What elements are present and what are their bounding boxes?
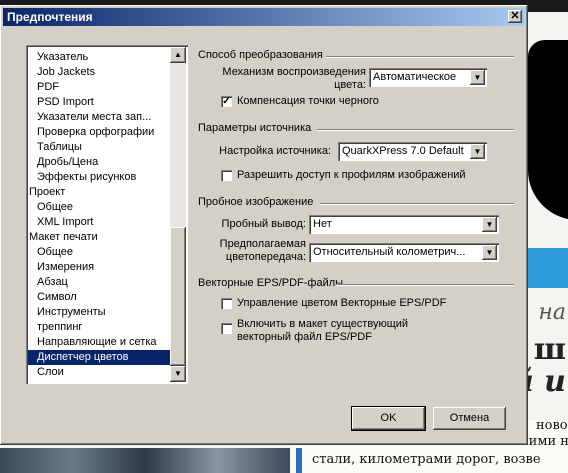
category-item[interactable]: Таблицы xyxy=(28,140,172,155)
rendering-intent-select[interactable]: Относительный колометрич... ▼ xyxy=(309,243,499,262)
rendering-intent-label-line: цветопередача: xyxy=(225,251,306,263)
rendering-intent-value: Относительный колометрич... xyxy=(313,246,466,258)
rendering-engine-value: Автоматическое xyxy=(373,71,457,83)
category-item[interactable]: Указатель xyxy=(28,50,172,65)
include-vector-label-line: Включить в макет существующий xyxy=(237,318,409,330)
category-item[interactable]: PDF xyxy=(28,80,172,95)
proof-output-label: Пробный вывод: xyxy=(221,218,306,230)
category-item[interactable]: Измерения xyxy=(28,260,172,275)
category-item[interactable]: XML Import xyxy=(28,215,172,230)
category-item[interactable]: Направляющие и сетка xyxy=(28,335,172,350)
category-item[interactable]: Символ xyxy=(28,290,172,305)
category-item[interactable]: Общее xyxy=(28,245,172,260)
category-item[interactable]: Общее xyxy=(28,200,172,215)
background-blue-bar xyxy=(296,448,302,473)
category-item[interactable]: Эффекты рисунков xyxy=(28,170,172,185)
include-vector-label-line: векторный файл EPS/PDF xyxy=(237,331,372,343)
section-title-proof: Пробное изображение xyxy=(198,196,314,208)
category-item[interactable]: PSD Import xyxy=(28,95,172,110)
category-item[interactable]: Проект xyxy=(28,185,172,200)
preferences-category-list[interactable]: Указатель Job Jackets PDF PSD Import Указате… xyxy=(26,45,188,384)
proof-output-value: Нет xyxy=(313,218,332,230)
category-item[interactable]: Абзац xyxy=(28,275,172,290)
preferences-dialog: Предпочтения ✕ Указатель Job Jackets PDF PS… xyxy=(0,5,528,445)
dropdown-arrow-icon[interactable]: ▼ xyxy=(470,70,485,85)
category-item[interactable]: Проверка орфографии xyxy=(28,125,172,140)
list-scrollbar[interactable]: ▲ ▼ xyxy=(170,47,186,382)
source-setup-value: QuarkXPress 7.0 Default xyxy=(342,145,464,157)
background-text-fragment: на xyxy=(538,300,566,325)
background-blue-block xyxy=(528,248,568,288)
category-item[interactable]: Макет печати xyxy=(28,230,172,245)
dropdown-arrow-icon[interactable]: ▼ xyxy=(482,217,497,232)
rendering-engine-select[interactable]: Автоматическое ▼ xyxy=(369,68,487,87)
engine-label-line: цвета: xyxy=(334,79,366,91)
section-title-vector: Векторные EPS/PDF-файлы xyxy=(198,277,344,289)
rendering-intent-label-line: Предполагаемая xyxy=(219,238,306,250)
include-vector-checkbox[interactable] xyxy=(221,323,232,334)
category-item[interactable]: Job Jackets xyxy=(28,65,172,80)
close-icon: ✕ xyxy=(510,10,520,22)
background-text-fragment: ш xyxy=(533,332,566,367)
category-item[interactable]: Указатели места зап... xyxy=(28,110,172,125)
category-item[interactable]: Дробь/Цена xyxy=(28,155,172,170)
section-divider xyxy=(320,203,514,205)
scroll-thumb[interactable] xyxy=(170,227,186,366)
background-image-strip xyxy=(0,448,290,473)
section-title-conversion: Способ преобразования xyxy=(198,49,323,61)
chevron-down-icon: ▼ xyxy=(174,369,182,378)
category-item[interactable]: треппинг xyxy=(28,320,172,335)
rendering-intent-label: Предполагаемая цветопередача: xyxy=(220,238,306,264)
black-point-label[interactable]: Компенсация точки черного xyxy=(237,95,379,108)
background-text-line: новое эк xyxy=(536,418,568,433)
cancel-button[interactable]: Отмена xyxy=(433,407,506,430)
section-divider xyxy=(326,56,514,58)
dialog-title: Предпочтения xyxy=(7,10,93,24)
ok-button[interactable]: OK xyxy=(352,407,425,430)
close-button[interactable]: ✕ xyxy=(508,10,522,23)
section-divider xyxy=(336,284,514,286)
manage-vector-checkbox[interactable] xyxy=(221,298,232,309)
black-point-checkbox[interactable]: ✓ xyxy=(221,96,232,107)
include-vector-label[interactable]: Включить в макет существующий векторный … xyxy=(237,318,408,344)
dropdown-arrow-icon[interactable]: ▼ xyxy=(482,245,497,260)
dialog-titlebar[interactable]: Предпочтения ✕ xyxy=(3,8,525,26)
scroll-down-button[interactable]: ▼ xyxy=(170,366,186,382)
dropdown-arrow-icon[interactable]: ▼ xyxy=(470,144,485,159)
section-divider xyxy=(317,129,514,131)
engine-label: Механизм воспроизведения цвета: xyxy=(222,66,366,92)
category-item[interactable]: Диспетчер цветов xyxy=(28,350,172,365)
background-text-line: стали, километрами дорог, возве xyxy=(312,452,541,467)
allow-profiles-label[interactable]: Разрешить доступ к профилям изображений xyxy=(237,169,466,182)
allow-profiles-checkbox[interactable] xyxy=(221,170,232,181)
chevron-up-icon: ▲ xyxy=(174,50,182,59)
category-items: Указатель Job Jackets PDF PSD Import Указате… xyxy=(28,50,172,380)
proof-output-select[interactable]: Нет ▼ xyxy=(309,215,499,234)
category-item[interactable]: Слои xyxy=(28,365,172,380)
section-title-source: Параметры источника xyxy=(198,122,312,134)
manage-vector-label[interactable]: Управление цветом Векторные EPS/PDF xyxy=(237,297,446,310)
scroll-up-button[interactable]: ▲ xyxy=(170,47,186,63)
source-setup-label: Настройка источника: xyxy=(219,145,331,157)
source-setup-select[interactable]: QuarkXPress 7.0 Default ▼ xyxy=(338,142,487,161)
background-graphic xyxy=(528,40,568,220)
engine-label-line: Механизм воспроизведения xyxy=(222,66,366,78)
category-item[interactable]: Инструменты xyxy=(28,305,172,320)
